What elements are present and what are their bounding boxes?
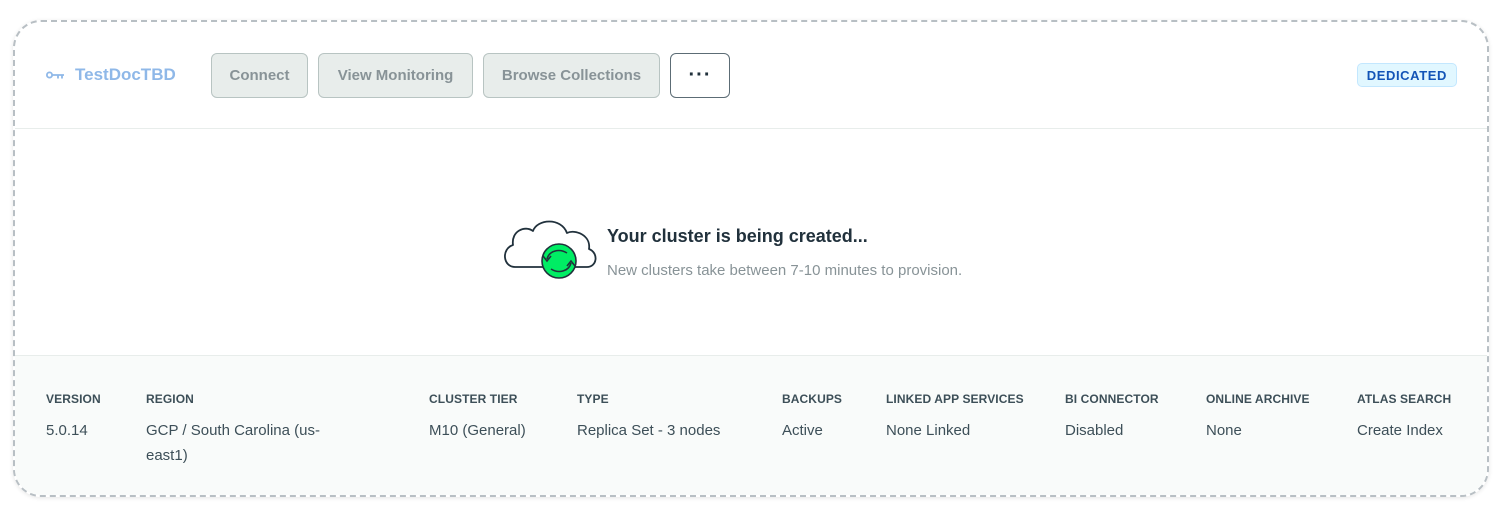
stat-backups: BACKUPS Active xyxy=(782,392,842,443)
stat-cluster-tier: CLUSTER TIER M10 (General) xyxy=(429,392,526,443)
cluster-creating-panel: Your cluster is being created... New clu… xyxy=(15,129,1487,355)
cluster-name: TestDocTBD xyxy=(75,65,176,84)
stat-label: CLUSTER TIER xyxy=(429,392,518,406)
connect-button[interactable]: Connect xyxy=(211,53,308,98)
stat-label: LINKED APP SERVICES xyxy=(886,392,1024,406)
stat-label: TYPE xyxy=(577,392,609,406)
stat-value: None Linked xyxy=(886,422,971,439)
stat-value: M10 (General) xyxy=(429,422,526,439)
stat-region: REGION GCP / South Carolina (us-east1) xyxy=(146,392,361,468)
stat-value: None xyxy=(1206,422,1242,439)
stat-atlas-search: ATLAS SEARCH Create Index xyxy=(1357,392,1451,443)
cluster-card-header: TestDocTBD Connect View Monitoring Brows… xyxy=(15,22,1487,129)
creating-title: Your cluster is being created... xyxy=(607,226,868,246)
stat-label: BACKUPS xyxy=(782,392,843,406)
tier-badge: DEDICATED xyxy=(1356,63,1457,87)
stat-value: 5.0.14 xyxy=(46,422,88,439)
stat-value: Disabled xyxy=(1065,422,1124,439)
cluster-card: TestDocTBD Connect View Monitoring Brows… xyxy=(13,20,1489,497)
cluster-name-link[interactable]: TestDocTBD xyxy=(46,65,176,85)
stat-value: Active xyxy=(782,422,823,439)
more-options-button[interactable]: ··· xyxy=(670,53,730,98)
view-monitoring-button[interactable]: View Monitoring xyxy=(318,53,473,98)
stat-label: VERSION xyxy=(46,392,101,406)
cluster-stats-footer: VERSION 5.0.14 REGION GCP / South Caroli… xyxy=(15,355,1487,495)
create-index-link[interactable]: Create Index xyxy=(1357,418,1451,443)
stat-label: REGION xyxy=(146,392,194,406)
ellipsis-icon: ··· xyxy=(688,64,712,86)
stat-label: ATLAS SEARCH xyxy=(1357,392,1452,406)
browse-collections-button[interactable]: Browse Collections xyxy=(483,53,660,98)
stat-value: GCP / South Carolina (us-east1) xyxy=(146,422,320,464)
stat-online-archive: ONLINE ARCHIVE None xyxy=(1206,392,1310,443)
cloud-sync-icon xyxy=(504,220,597,279)
stat-type: TYPE Replica Set - 3 nodes xyxy=(577,392,720,443)
stat-version: VERSION 5.0.14 xyxy=(46,392,101,443)
stat-label: ONLINE ARCHIVE xyxy=(1206,392,1310,406)
stat-value: Replica Set - 3 nodes xyxy=(577,422,721,439)
creating-subtitle: New clusters take between 7-10 minutes t… xyxy=(607,262,963,279)
connector-icon xyxy=(46,71,64,79)
stat-linked-app-services: LINKED APP SERVICES None Linked xyxy=(886,392,1024,443)
stat-bi-connector: BI CONNECTOR Disabled xyxy=(1065,392,1159,443)
stat-label: BI CONNECTOR xyxy=(1065,392,1159,406)
